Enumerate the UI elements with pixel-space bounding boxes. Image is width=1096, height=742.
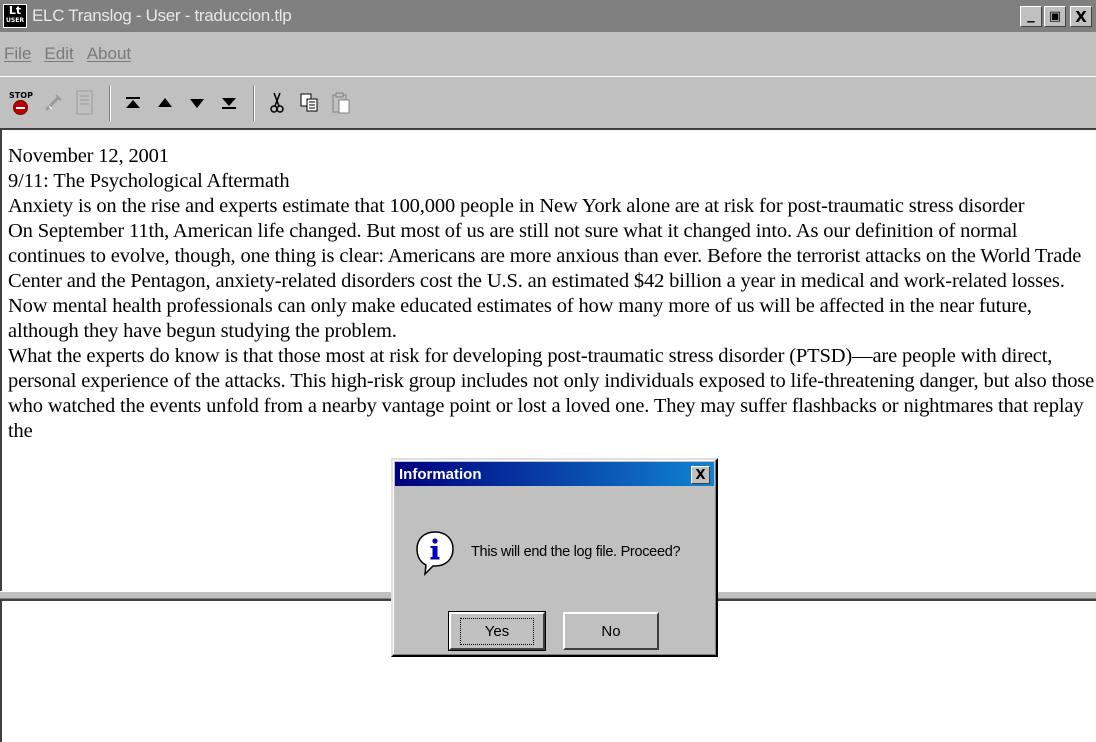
stop-button[interactable]: STOP: [6, 86, 36, 120]
menu-edit[interactable]: Edit: [44, 44, 73, 64]
menu-file[interactable]: File: [4, 44, 31, 64]
source-paragraph: November 12, 2001: [8, 145, 169, 167]
source-paragraph: What the experts do know is that those m…: [8, 345, 1095, 442]
information-dialog: Information X This will end the log file…: [391, 458, 718, 657]
no-button-label: No: [601, 622, 621, 640]
paste-icon: [332, 92, 350, 113]
maximize-icon: ▣: [1048, 9, 1062, 24]
app-icon-bottom: USER: [6, 17, 24, 24]
close-icon: X: [1075, 7, 1087, 26]
window-controls: _ ▣ X: [1020, 4, 1092, 27]
close-button[interactable]: X: [1070, 6, 1092, 27]
minimize-button[interactable]: _: [1020, 4, 1042, 27]
source-paragraph: On September 11th, American life changed…: [8, 220, 1082, 342]
down-icon: [190, 98, 204, 108]
copy-icon: [300, 93, 318, 111]
dialog-message: This will end the log file. Proceed?: [471, 544, 681, 560]
cut-icon: [270, 92, 284, 113]
first-button[interactable]: [118, 86, 148, 120]
dialog-title-bar: Information: [395, 462, 714, 486]
source-paragraph: 9/11: The Psychological Aftermath: [8, 170, 290, 192]
document-button[interactable]: [70, 86, 100, 120]
down-button[interactable]: [182, 86, 212, 120]
stop-label: STOP: [9, 90, 33, 100]
menu-bar: File Edit About: [0, 32, 1096, 76]
last-button[interactable]: [214, 86, 244, 120]
paste-button[interactable]: [326, 86, 356, 120]
information-icon: [416, 531, 454, 576]
document-icon: [76, 90, 93, 114]
first-icon: [126, 96, 140, 108]
copy-button[interactable]: [294, 86, 324, 120]
up-button[interactable]: [150, 86, 180, 120]
yes-button-label: Yes: [459, 617, 535, 645]
no-button[interactable]: No: [563, 612, 659, 650]
wand-icon: [44, 93, 62, 111]
wand-button[interactable]: [38, 86, 68, 120]
toolbar-separator: [109, 84, 111, 121]
yes-button[interactable]: Yes: [448, 611, 546, 651]
dialog-close-button[interactable]: X: [691, 466, 710, 484]
title-bar: Lt USER ELC Translog - User - traduccion…: [0, 0, 1096, 32]
maximize-button[interactable]: ▣: [1044, 6, 1066, 27]
source-paragraph: Anxiety is on the rise and experts estim…: [8, 195, 1025, 217]
stop-icon: STOP: [9, 91, 33, 115]
toolbar-separator-2: [253, 84, 255, 121]
last-icon: [222, 97, 236, 109]
close-icon: X: [695, 467, 706, 483]
app-icon[interactable]: Lt USER: [3, 4, 27, 28]
app-icon-top: Lt: [8, 4, 22, 17]
cut-button[interactable]: [262, 86, 292, 120]
minimize-icon: _: [1027, 4, 1035, 23]
menu-about[interactable]: About: [87, 44, 131, 64]
toolbar: STOP: [0, 76, 1096, 128]
window-title: ELC Translog - User - traduccion.tlp: [32, 6, 292, 25]
dialog-title: Information: [399, 465, 482, 483]
up-icon: [158, 97, 172, 107]
